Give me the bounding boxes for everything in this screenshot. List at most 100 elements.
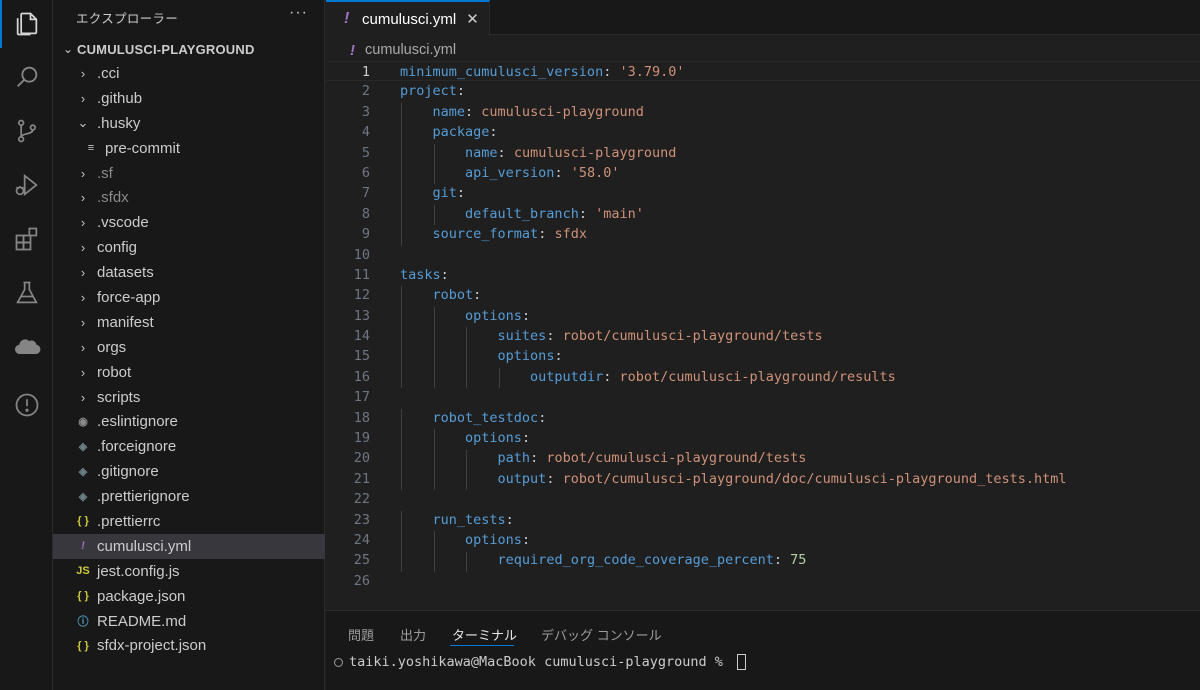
tree-folder[interactable]: › .sfdx [53,185,325,210]
tree-file[interactable]: { } sfdx-project.json [53,633,325,658]
code-line[interactable]: 22 [326,489,1200,509]
code-line[interactable]: 16 outputdir: robot/cumulusci-playground… [326,367,1200,387]
tree-item-label: .husky [97,114,141,132]
line-number: 22 [353,491,370,508]
line-number: 23 [353,511,370,528]
testing-icon[interactable] [0,269,53,317]
terminal-line[interactable]: taiki.yoshikawa@MacBook cumulusci-playgr… [334,654,747,670]
search-icon[interactable] [0,53,53,101]
sidebar-title: エクスプローラー [76,12,179,26]
tree-folder[interactable]: › .cci [53,61,325,86]
chevron-right-icon: › [80,314,86,330]
code-line[interactable]: 15 options: [326,346,1200,366]
close-icon[interactable]: ✕ [466,10,479,28]
code-line[interactable]: 25 required_org_code_coverage_percent: 7… [326,550,1200,570]
chevron-right-icon: › [80,65,86,81]
code-line[interactable]: 26 [326,571,1200,591]
tree-folder[interactable]: ⌄ .husky [53,111,325,136]
indent-guide [401,408,402,491]
code-line[interactable]: 1 minimum_cumulusci_version: '3.79.0' [326,61,1200,82]
tree-folder[interactable]: › .github [53,86,325,111]
tree-file[interactable]: { } .prettierrc [53,509,325,534]
code-line[interactable]: 8 default_branch: 'main' [326,204,1200,224]
code-line[interactable]: 5 name: cumulusci-playground [326,143,1200,163]
run-debug-icon[interactable] [0,161,53,209]
code-token: : [530,450,547,467]
tree-item-label: .cci [97,64,120,82]
code-line[interactable]: 13 options: [326,306,1200,326]
tree-item-label: .sf [97,164,113,182]
code-line[interactable]: 3 name: cumulusci-playground [326,102,1200,122]
warning-icon[interactable] [0,381,53,429]
line-text: options: [400,306,530,326]
code-token: '3.79.0' [619,64,685,80]
explorer-icon[interactable] [0,0,53,48]
tree-file[interactable]: ! cumulusci.yml [53,533,325,559]
tree-folder[interactable]: › .vscode [53,210,325,235]
tab-output[interactable]: 出力 [400,625,426,644]
tree-file[interactable]: { } package.json [53,584,325,609]
code-line[interactable]: 9 source_format: sfdx [326,224,1200,244]
tree-folder[interactable]: › datasets [53,260,325,285]
tree-file[interactable]: ◉ .eslintignore [53,409,325,434]
more-actions-icon[interactable]: ··· [289,4,308,22]
line-number: 20 [353,450,370,467]
salesforce-cloud-icon[interactable] [0,323,53,371]
code-line[interactable]: 17 [326,387,1200,407]
breadcrumb-file[interactable]: cumulusci.yml [365,42,456,58]
tree-file[interactable]: ⓘ README.md [53,609,325,634]
tree-folder[interactable]: › config [53,235,325,260]
tree-folder[interactable]: › robot [53,360,325,385]
line-number: 18 [353,409,370,426]
tab-cumulusci-yml[interactable]: ! cumulusci.yml ✕ [326,0,490,36]
code-line[interactable]: 23 run_tests: [326,510,1200,530]
tab-problems[interactable]: 問題 [348,625,374,644]
tree-folder[interactable]: › scripts [53,385,325,410]
tree-file[interactable]: ≡ pre-commit [53,136,325,161]
tree-file[interactable]: ◈ .prettierignore [53,484,325,509]
tree-folder[interactable]: › .sf [53,161,325,186]
code-token: : [773,552,791,569]
indent-guide [433,143,435,185]
indent-guide [466,551,468,572]
code-line[interactable]: 21 output: robot/cumulusci-playground/do… [326,469,1200,489]
code-line[interactable]: 11 tasks: [326,265,1200,285]
chevron-right-icon: › [80,90,86,106]
code-line[interactable]: 24 options: [326,530,1200,550]
code-line[interactable]: 7 git: [326,183,1200,203]
source-control-icon[interactable] [0,107,53,155]
code-editor[interactable]: 1 minimum_cumulusci_version: '3.79.0' 2 pro… [326,61,1200,591]
code-token: : [578,205,596,222]
tree-folder[interactable]: › orgs [53,335,325,360]
code-line[interactable]: 4 package: [326,122,1200,142]
code-line[interactable]: 14 suites: robot/cumulusci-playground/te… [326,326,1200,346]
code-token: robot_testdoc [432,409,539,426]
breadcrumb[interactable]: ! cumulusci.yml [350,40,456,60]
tree-file[interactable]: JS jest.config.js [53,559,325,584]
code-line[interactable]: 19 options: [326,428,1200,448]
tab-debug-console[interactable]: デバッグ コンソール [541,625,662,644]
code-token: : [473,287,482,304]
code-line[interactable]: 2 project: [326,81,1200,101]
line-number: 7 [361,185,370,202]
tree-item-label: .prettierignore [97,488,190,506]
code-line[interactable]: 6 api_version: '58.0' [326,163,1200,183]
workspace-root[interactable]: ⌄ CUMULUSCI-PLAYGROUND [53,38,325,60]
code-line[interactable]: 18 robot_testdoc: [326,408,1200,428]
code-line[interactable]: 12 robot: [326,285,1200,305]
chevron-right-icon: › [80,190,86,206]
tree-folder[interactable]: › force-app [53,285,325,310]
code-token: git [432,185,457,202]
tab-terminal[interactable]: ターミナル [452,625,517,644]
code-line[interactable]: 10 [326,245,1200,265]
tree-item-label: datasets [97,264,154,282]
extensions-icon[interactable] [0,215,53,263]
tree-file[interactable]: ◈ .forceignore [53,434,325,459]
eslint-file-icon: ◉ [78,416,88,429]
tree-file[interactable]: ◈ .gitignore [53,459,325,484]
tree-folder[interactable]: › manifest [53,310,325,335]
code-line[interactable]: 20 path: robot/cumulusci-playground/test… [326,448,1200,468]
line-text: options: [400,346,563,366]
